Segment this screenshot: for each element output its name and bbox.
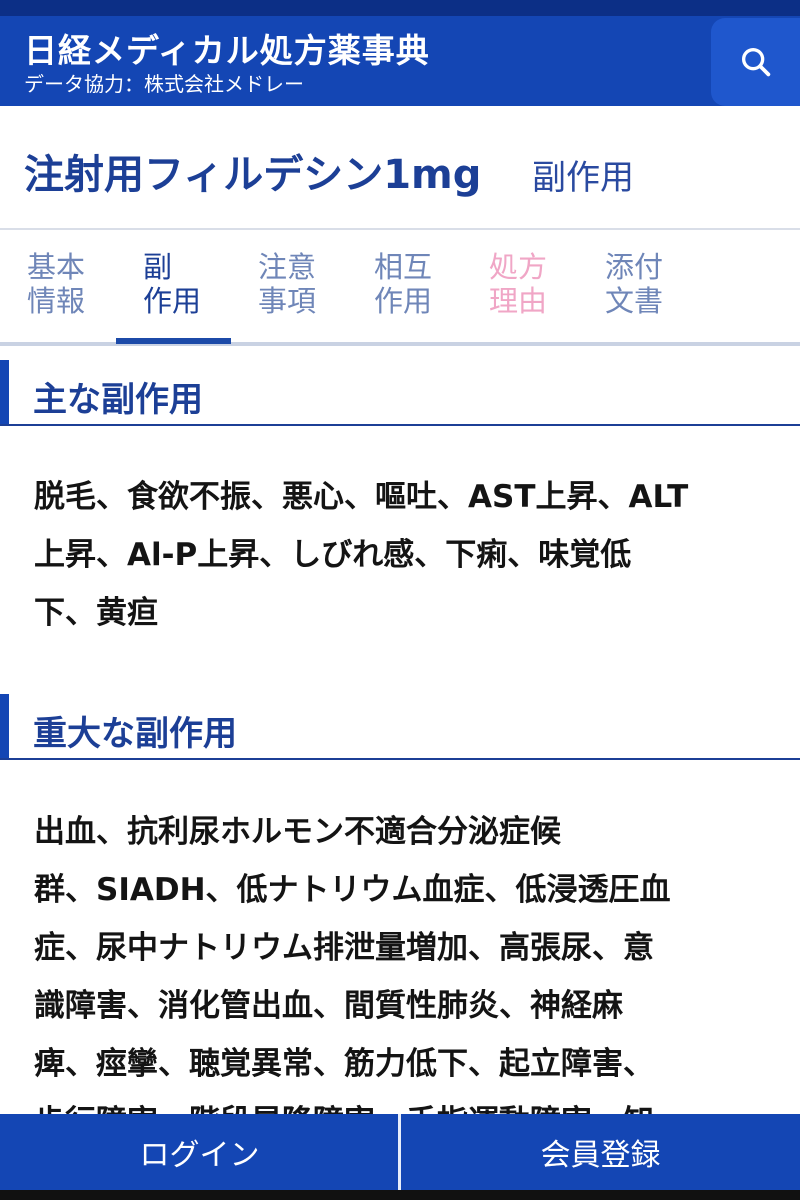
drug-title-area: 注射用フィルデシン1mg 副作用 bbox=[0, 106, 800, 230]
text-line: 下、黄疸 bbox=[34, 595, 158, 631]
site-title[interactable]: 日経メディカル処方薬事典 bbox=[24, 24, 430, 72]
tab-label-line2: 理由 bbox=[489, 284, 548, 318]
tab-package-insert[interactable]: 添付 文書 bbox=[605, 250, 705, 318]
text-line: 出血、抗利尿ホルモン不適合分泌症候 bbox=[34, 814, 561, 850]
drug-name: 注射用フィルデシン1mg bbox=[24, 152, 482, 198]
app-header: 日経メディカル処方薬事典 データ協力：株式会社メドレー bbox=[0, 0, 800, 106]
tab-label-line1: 添付 bbox=[605, 250, 664, 284]
active-tab-indicator bbox=[116, 338, 231, 344]
text-line: 群、SIADH、低ナトリウム血症、低浸透圧血 bbox=[34, 872, 671, 908]
tab-interactions[interactable]: 相互 作用 bbox=[374, 250, 474, 318]
header-top-strip bbox=[0, 0, 800, 16]
tab-label-line1: 処方 bbox=[489, 250, 548, 284]
site-subtitle: データ協力：株式会社メドレー bbox=[24, 72, 304, 96]
tab-label-line2: 事項 bbox=[258, 284, 317, 318]
tab-label-line2: 作用 bbox=[374, 284, 433, 318]
tab-precautions[interactable]: 注意 事項 bbox=[258, 250, 358, 318]
serious-side-effects-header: 重大な副作用 bbox=[0, 694, 800, 760]
main-side-effects-text: 脱毛、食欲不振、悪心、嘔吐、AST上昇、ALT 上昇、Al-P上昇、しびれ感、下… bbox=[34, 468, 764, 642]
bottom-action-bar: ログイン 会員登録 bbox=[0, 1114, 800, 1190]
tab-prescription-reason: 処方 理由 bbox=[489, 250, 589, 318]
login-button[interactable]: ログイン bbox=[0, 1114, 399, 1190]
tab-basic-info[interactable]: 基本 情報 bbox=[27, 250, 127, 318]
tab-label-line1: 副 bbox=[143, 250, 173, 284]
text-line: 症、尿中ナトリウム排泄量増加、高張尿、意 bbox=[34, 930, 654, 966]
section-heading: 重大な副作用 bbox=[33, 714, 237, 754]
serious-side-effects-text: 出血、抗利尿ホルモン不適合分泌症候 群、SIADH、低ナトリウム血症、低浸透圧血… bbox=[34, 803, 764, 1151]
section-heading: 主な副作用 bbox=[33, 380, 203, 420]
register-button[interactable]: 会員登録 bbox=[401, 1114, 800, 1190]
text-line: 痺、痙攣、聴覚異常、筋力低下、起立障害、 bbox=[34, 1046, 654, 1082]
page: 日経メディカル処方薬事典 データ協力：株式会社メドレー 注射用フィルデシン1mg… bbox=[0, 0, 800, 1200]
tab-label-line2: 文書 bbox=[605, 284, 664, 318]
system-bottom-strip bbox=[0, 1190, 800, 1200]
text-line: 識障害、消化管出血、間質性肺炎、神経麻 bbox=[34, 988, 623, 1024]
main-side-effects-header: 主な副作用 bbox=[0, 360, 800, 426]
search-button[interactable] bbox=[711, 18, 800, 106]
drug-section-label: 副作用 bbox=[532, 158, 634, 198]
tab-label-line1: 基本 bbox=[27, 250, 86, 284]
tab-label-line2: 情報 bbox=[27, 284, 86, 318]
tab-bar: 基本 情報 副 作用 注意 事項 相互 作用 処方 理由 添付 文書 bbox=[0, 230, 800, 346]
section-accent-bar bbox=[0, 360, 9, 424]
tab-side-effects[interactable]: 副 作用 bbox=[143, 250, 243, 318]
section-accent-bar bbox=[0, 694, 9, 758]
text-line: 脱毛、食欲不振、悪心、嘔吐、AST上昇、ALT bbox=[34, 479, 689, 515]
tab-label-line1: 注意 bbox=[258, 250, 317, 284]
tab-label-line2: 作用 bbox=[143, 284, 202, 318]
text-line: 上昇、Al-P上昇、しびれ感、下痢、味覚低 bbox=[34, 537, 632, 573]
search-icon bbox=[741, 47, 770, 77]
tab-label-line1: 相互 bbox=[374, 250, 433, 284]
